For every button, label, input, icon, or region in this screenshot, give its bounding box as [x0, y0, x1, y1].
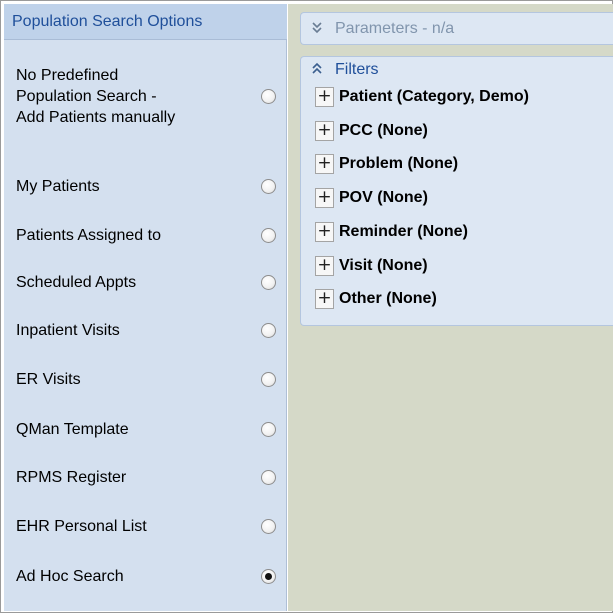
- option-label: QMan Template: [16, 421, 129, 438]
- filters-title[interactable]: Filters: [335, 61, 379, 79]
- option-ehr-personal-list[interactable]: EHR Personal List: [4, 506, 287, 546]
- double-chevron-up-icon[interactable]: [311, 62, 323, 80]
- radio-button[interactable]: [261, 422, 276, 437]
- option-label: Inpatient Visits: [16, 322, 120, 339]
- plus-icon[interactable]: +: [315, 256, 334, 276]
- parameters-label: Parameters - n/a: [335, 20, 455, 37]
- plus-icon[interactable]: +: [315, 121, 334, 141]
- plus-icon[interactable]: +: [315, 154, 334, 174]
- filters-section: Filters + Patient (Category, Demo) + PCC…: [300, 56, 613, 326]
- option-ad-hoc-search[interactable]: Ad Hoc Search: [4, 556, 287, 596]
- option-label: Ad Hoc Search: [16, 568, 124, 585]
- option-patients-assigned-to[interactable]: Patients Assigned to: [4, 215, 287, 255]
- option-label: My Patients: [16, 178, 100, 195]
- population-search-window: Population Search Options No Predefined …: [0, 0, 613, 613]
- option-inpatient-visits[interactable]: Inpatient Visits: [4, 310, 287, 350]
- filter-label: POV (None): [339, 189, 428, 206]
- parameters-section[interactable]: Parameters - n/a: [300, 12, 613, 45]
- option-qman-template[interactable]: QMan Template: [4, 409, 287, 449]
- population-search-options-panel: Population Search Options No Predefined …: [4, 4, 287, 611]
- option-label: No Predefined Population Search - Add Pa…: [16, 67, 176, 126]
- option-label: ER Visits: [16, 371, 81, 388]
- radio-button[interactable]: [261, 372, 276, 387]
- radio-button[interactable]: [261, 323, 276, 338]
- option-label: Scheduled Appts: [16, 274, 137, 291]
- option-scheduled-appts[interactable]: Scheduled Appts: [4, 262, 287, 302]
- filter-label: Reminder (None): [339, 223, 468, 240]
- radio-button[interactable]: [261, 519, 276, 534]
- option-no-predefined-population[interactable]: No Predefined Population Search - Add Pa…: [4, 56, 287, 142]
- plus-icon[interactable]: +: [315, 188, 334, 208]
- radio-button[interactable]: [261, 179, 276, 194]
- search-criteria-panel: Parameters - n/a Filters + Patient (Cate…: [288, 4, 613, 611]
- option-my-patients[interactable]: My Patients: [4, 166, 287, 206]
- radio-button[interactable]: [261, 89, 276, 104]
- population-search-options-header: Population Search Options: [4, 4, 287, 40]
- plus-icon[interactable]: +: [315, 87, 334, 107]
- double-chevron-down-icon[interactable]: [311, 21, 323, 39]
- filter-label: Patient (Category, Demo): [339, 88, 529, 105]
- option-rpms-register[interactable]: RPMS Register: [4, 457, 287, 497]
- radio-button[interactable]: [261, 470, 276, 485]
- radio-button[interactable]: [261, 228, 276, 243]
- option-label: Patients Assigned to: [16, 227, 161, 244]
- radio-button-selected[interactable]: [261, 569, 276, 584]
- plus-icon[interactable]: +: [315, 222, 334, 242]
- plus-icon[interactable]: +: [315, 289, 334, 309]
- option-label: EHR Personal List: [16, 518, 147, 535]
- radio-button[interactable]: [261, 275, 276, 290]
- filter-label: PCC (None): [339, 122, 428, 139]
- filter-label: Problem (None): [339, 155, 459, 172]
- option-label: RPMS Register: [16, 469, 127, 486]
- option-er-visits[interactable]: ER Visits: [4, 359, 287, 399]
- filter-label: Other (None): [339, 290, 437, 307]
- filter-label: Visit (None): [339, 257, 428, 274]
